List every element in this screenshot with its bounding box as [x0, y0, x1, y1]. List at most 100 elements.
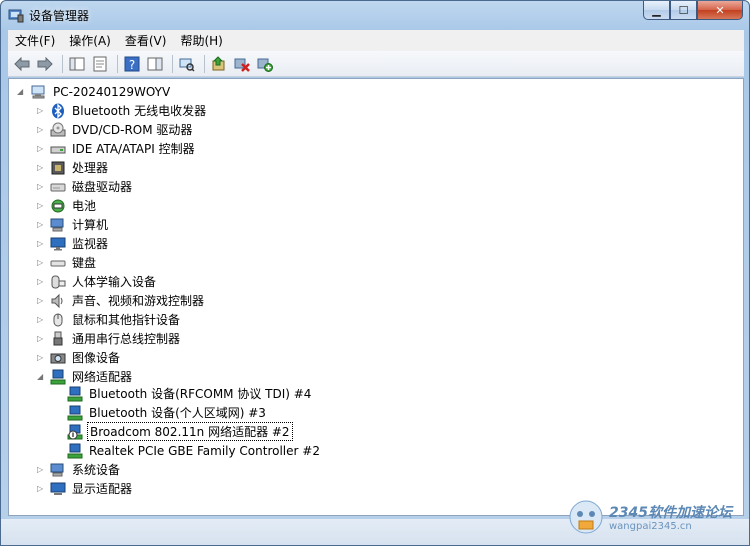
help-button[interactable]: ?: [122, 54, 142, 74]
category-label: 键盘: [72, 256, 97, 270]
expand-arrow-icon[interactable]: ▷: [37, 353, 46, 362]
window-title: 设备管理器: [29, 9, 90, 23]
uninstall-button[interactable]: [232, 54, 252, 74]
tree-category-display[interactable]: ▷ 显示适配器: [37, 479, 134, 498]
maximize-icon: ☐: [678, 3, 689, 17]
scan-hardware-button[interactable]: [177, 54, 197, 74]
enable-device-icon: [257, 58, 273, 72]
expand-arrow-icon[interactable]: ▷: [37, 239, 46, 248]
maximize-button[interactable]: ☐: [670, 1, 697, 20]
help-icon: ?: [124, 56, 140, 72]
menu-view[interactable]: 查看(V): [118, 32, 174, 49]
category-label: 鼠标和其他指针设备: [72, 313, 181, 327]
tree-category-processor[interactable]: ▷ 处理器: [37, 158, 110, 177]
tree-category-dvd[interactable]: ▷ DVD/CD-ROM 驱动器: [37, 120, 194, 139]
toolbar: ?: [8, 51, 744, 77]
network-adapter-icon: [50, 369, 66, 384]
category-label: 图像设备: [72, 351, 121, 365]
collapse-arrow-icon[interactable]: ◢: [37, 372, 46, 381]
expand-arrow-icon[interactable]: ▷: [37, 334, 46, 343]
close-button[interactable]: ✕: [697, 1, 743, 20]
tree-device-realtek[interactable]: Realtek PCIe GBE Family Controller #2: [67, 441, 322, 460]
network-adapter-icon: [67, 443, 83, 458]
category-label: 网络适配器: [72, 370, 133, 384]
expand-arrow-icon[interactable]: ▷: [37, 106, 46, 115]
system-device-icon: [50, 463, 64, 476]
expand-arrow-icon[interactable]: ▷: [37, 144, 46, 153]
network-adapter-disabled-icon: [67, 424, 83, 439]
tree-category-ide[interactable]: ▷ IDE ATA/ATAPI 控制器: [37, 139, 197, 158]
expand-arrow-icon[interactable]: ▷: [37, 484, 46, 493]
expand-arrow-icon[interactable]: ▷: [37, 258, 46, 267]
tree-category-bluetooth[interactable]: ▷ Bluetooth 无线电收发器: [37, 101, 208, 120]
expand-arrow-icon[interactable]: ▷: [37, 315, 46, 324]
bluetooth-icon: [52, 102, 64, 119]
expand-arrow-icon[interactable]: ▷: [37, 182, 46, 191]
speaker-icon: [51, 293, 63, 308]
device-label-selected: Broadcom 802.11n 网络适配器 #2: [87, 422, 293, 441]
update-driver-button[interactable]: [209, 54, 229, 74]
tree-category-disk[interactable]: ▷ 磁盘驱动器: [37, 177, 134, 196]
toolbar-separator: [117, 54, 118, 73]
tree-category-system[interactable]: ▷ 系统设备: [37, 460, 122, 479]
expand-arrow-icon[interactable]: ▷: [37, 296, 46, 305]
category-label: 计算机: [72, 218, 109, 232]
minimize-button[interactable]: ▁: [643, 1, 670, 20]
watermark-subtext: wangpai2345.cn: [609, 521, 692, 532]
tree-category-keyboard[interactable]: ▷ 键盘: [37, 253, 98, 272]
forward-button[interactable]: [35, 54, 55, 74]
expand-arrow-icon[interactable]: ▷: [37, 220, 46, 229]
tree-category-usb[interactable]: ▷ 通用串行总线控制器: [37, 329, 182, 348]
expand-arrow-icon[interactable]: ▷: [37, 277, 46, 286]
category-label: Bluetooth 无线电收发器: [72, 104, 207, 118]
tree-device-bt-rfcomm[interactable]: Bluetooth 设备(RFCOMM 协议 TDI) #4: [67, 384, 313, 403]
expand-arrow-icon[interactable]: ▷: [37, 125, 46, 134]
title-bar[interactable]: 设备管理器 ▁ ☐ ✕: [1, 1, 749, 29]
tree-category-hid[interactable]: ▷ 人体学输入设备: [37, 272, 158, 291]
dvd-drive-icon: [50, 122, 66, 136]
show-hide-tree-button[interactable]: [67, 54, 87, 74]
tree-category-imaging[interactable]: ▷ 图像设备: [37, 348, 122, 367]
battery-icon: [51, 199, 65, 212]
console-tree-icon: [69, 57, 85, 70]
enable-device-button[interactable]: [255, 54, 275, 74]
menu-help[interactable]: 帮助(H): [173, 32, 229, 49]
watermark-logo-icon: [569, 500, 603, 534]
disk-drive-icon: [50, 183, 66, 191]
network-adapter-icon: [67, 386, 83, 401]
caption-buttons: ▁ ☐ ✕: [643, 1, 743, 20]
tree-device-broadcom[interactable]: Broadcom 802.11n 网络适配器 #2: [67, 422, 293, 441]
action-pane-button[interactable]: [145, 54, 165, 74]
toolbar-separator: [204, 54, 205, 73]
menu-file[interactable]: 文件(F): [8, 32, 62, 49]
network-adapter-icon: [67, 405, 83, 420]
collapse-arrow-icon[interactable]: ◢: [17, 87, 26, 96]
category-label: 监视器: [72, 237, 109, 251]
category-label: 磁盘驱动器: [72, 180, 133, 194]
device-manager-window: 设备管理器 ▁ ☐ ✕ 文件(F) 操作(A) 查看(V) 帮助(H) ? ◢: [0, 0, 750, 546]
menu-action[interactable]: 操作(A): [62, 32, 118, 49]
minimize-icon: ▁: [652, 3, 661, 17]
tree-root[interactable]: ◢ PC-20240129WOYV: [17, 82, 172, 101]
expand-arrow-icon[interactable]: ▷: [37, 163, 46, 172]
keyboard-icon: [50, 260, 66, 266]
expand-arrow-icon[interactable]: ▷: [37, 465, 46, 474]
toolbar-separator: [62, 54, 63, 73]
category-label: 声音、视频和游戏控制器: [72, 294, 205, 308]
tree-category-monitor[interactable]: ▷ 监视器: [37, 234, 110, 253]
device-manager-icon: [8, 9, 24, 23]
uninstall-icon: [234, 58, 250, 72]
tree-category-battery[interactable]: ▷ 电池: [37, 196, 98, 215]
device-label: Realtek PCIe GBE Family Controller #2: [89, 443, 320, 458]
back-button[interactable]: [12, 54, 32, 74]
tree-category-computer[interactable]: ▷ 计算机: [37, 215, 110, 234]
device-label: Bluetooth 设备(RFCOMM 协议 TDI) #4: [89, 387, 312, 401]
tree-device-bt-pan[interactable]: Bluetooth 设备(个人区域网) #3: [67, 403, 268, 422]
expand-arrow-icon[interactable]: ▷: [37, 201, 46, 210]
tree-category-sound[interactable]: ▷ 声音、视频和游戏控制器: [37, 291, 206, 310]
tree-category-mouse[interactable]: ▷ 鼠标和其他指针设备: [37, 310, 182, 329]
update-driver-icon: [212, 55, 225, 70]
properties-button[interactable]: [90, 54, 110, 74]
category-label: 处理器: [72, 161, 109, 175]
device-label: Bluetooth 设备(个人区域网) #3: [89, 406, 266, 420]
